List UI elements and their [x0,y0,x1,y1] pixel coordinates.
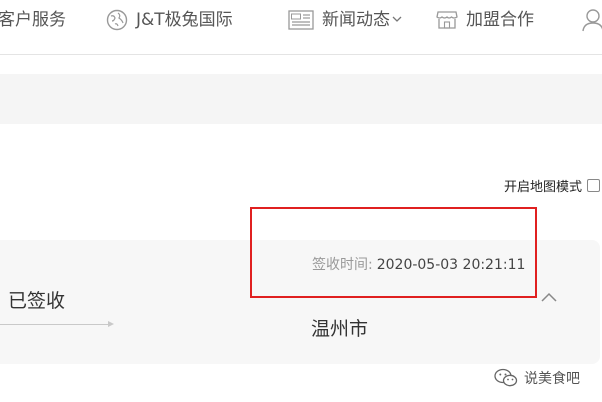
map-mode-label: 开启地图模式 [503,179,582,195]
news-icon [288,10,314,30]
nav-item-user[interactable] [582,0,602,40]
watermark: 说美食吧 [494,368,580,388]
nav-label-news: 新闻动态 [322,10,390,30]
nav-item-international[interactable]: J&T极兔国际 [106,0,233,40]
nav-item-news[interactable]: 新闻动态 [288,0,402,40]
globe-icon [106,9,128,31]
search-bar-area [0,74,602,124]
map-mode-checkbox[interactable] [587,178,600,192]
top-navigation: 客户服务 J&T极兔国际 新闻动态 加盟合作 [0,0,602,55]
wechat-icon [494,368,518,388]
tracking-status: 已签收 [8,290,66,312]
status-progress-line [0,321,114,327]
user-icon [582,8,602,32]
nav-item-customer-service[interactable]: 客户服务 [0,0,66,40]
store-icon [436,10,458,30]
nav-label-international: J&T极兔国际 [136,10,233,30]
nav-item-franchise[interactable]: 加盟合作 [436,0,534,40]
watermark-text: 说美食吧 [524,371,580,387]
collapse-chevron-up-icon[interactable] [540,288,558,307]
highlight-box [250,207,537,298]
tracking-city: 温州市 [311,318,369,340]
map-mode-toggle[interactable]: 开启地图模式 [503,176,602,195]
nav-label-franchise: 加盟合作 [466,10,534,30]
nav-label-customer-service: 客户服务 [0,10,66,30]
chevron-down-icon [392,0,402,40]
